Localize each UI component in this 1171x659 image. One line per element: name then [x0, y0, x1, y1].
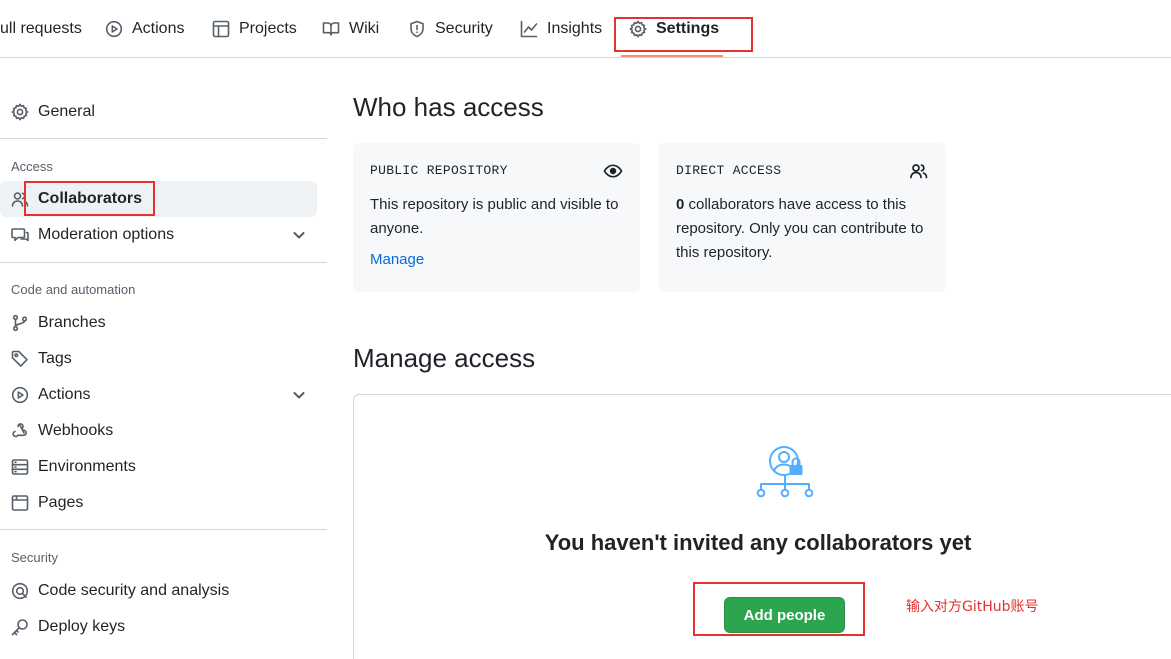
- sidebar-item-label: Tags: [38, 350, 72, 367]
- tab-label: Projects: [239, 20, 297, 37]
- tab-label: Security: [435, 20, 493, 37]
- gear-icon: [629, 20, 647, 38]
- play-icon: [11, 386, 29, 404]
- who-has-access-title: Who has access: [353, 92, 544, 122]
- sidebar-heading-security: Security: [11, 550, 58, 565]
- tab-settings[interactable]: Settings: [629, 0, 719, 58]
- sidebar-item-deploy-keys[interactable]: Deploy keys: [0, 609, 317, 645]
- card-description: 0 collaborators have access to this repo…: [676, 193, 934, 265]
- no-collaborators-message: You haven't invited any collaborators ye…: [544, 530, 972, 555]
- sidebar-item-webhooks[interactable]: Webhooks: [0, 413, 317, 449]
- sidebar-item-label: General: [38, 103, 95, 120]
- webhook-icon: [12, 423, 27, 438]
- sidebar-item-label: Environments: [38, 458, 136, 475]
- person-lock-icon: [756, 446, 814, 498]
- tag-icon: [11, 350, 28, 367]
- card-description: This repository is public and visible to…: [370, 196, 619, 237]
- sidebar-item-code-security[interactable]: Code security and analysis: [0, 573, 317, 609]
- server-icon: [11, 459, 29, 475]
- branch-icon: [12, 314, 28, 332]
- tab-label: Actions: [132, 20, 185, 37]
- sidebar-item-label: Webhooks: [38, 422, 114, 439]
- people-icon: [11, 192, 29, 207]
- sidebar-divider: [0, 138, 327, 139]
- collaborator-count-text: collaborators have access to this reposi…: [676, 196, 924, 261]
- sidebar-divider: [0, 529, 327, 530]
- tab-label: Wiki: [349, 20, 380, 37]
- sidebar-item-moderation-options[interactable]: Moderation options: [0, 217, 317, 253]
- direct-access-card: DIRECT ACCESS 0 collaborators have acces…: [658, 143, 946, 292]
- tab-label: Insights: [547, 20, 603, 37]
- sidebar-item-collaborators[interactable]: Collaborators: [0, 181, 317, 217]
- sidebar-divider: [0, 262, 327, 263]
- sidebar-item-branches[interactable]: Branches: [0, 305, 317, 341]
- people-icon: [910, 164, 928, 179]
- browser-icon: [11, 495, 29, 511]
- table-icon: [212, 20, 230, 38]
- card-label: PUBLIC REPOSITORY: [370, 163, 508, 178]
- codescan-icon: [11, 582, 29, 600]
- sidebar-item-label: Code security and analysis: [38, 582, 230, 599]
- sidebar-item-label: Deploy keys: [38, 618, 126, 635]
- annotation-note: 输入对方GitHub账号: [906, 599, 1039, 615]
- tab-wiki[interactable]: Wiki: [322, 0, 379, 58]
- selected-tab-underline: [621, 55, 723, 57]
- card-label: DIRECT ACCESS: [676, 163, 782, 178]
- manage-visibility-link[interactable]: Manage: [370, 251, 424, 268]
- shield-icon: [410, 20, 424, 38]
- key-icon: [11, 619, 28, 636]
- repo-nav: ull requests Actions Projects Wiki Secur…: [0, 0, 1171, 58]
- sidebar-item-pages[interactable]: Pages: [0, 485, 317, 521]
- sidebar-item-label: Pages: [38, 494, 84, 511]
- gear-icon: [11, 103, 29, 121]
- tab-pull-requests[interactable]: ull requests: [0, 0, 82, 58]
- sidebar-item-label: Actions: [38, 386, 91, 403]
- graph-icon: [520, 20, 538, 38]
- comment-icon: [11, 228, 29, 242]
- book-icon: [322, 22, 340, 36]
- sidebar-item-actions[interactable]: Actions: [0, 377, 317, 413]
- tab-actions[interactable]: Actions: [105, 0, 184, 58]
- sidebar-heading-access: Access: [11, 159, 53, 174]
- add-people-button[interactable]: Add people: [724, 597, 845, 633]
- sidebar-item-label: Branches: [38, 314, 106, 331]
- sidebar-item-label: Collaborators: [38, 190, 143, 207]
- sidebar-item-label: Moderation options: [38, 226, 175, 243]
- public-repository-card: PUBLIC REPOSITORY This repository is pub…: [353, 143, 640, 292]
- eye-icon: [603, 164, 623, 178]
- manage-access-title: Manage access: [353, 343, 536, 373]
- sidebar-heading-code-and-automation: Code and automation: [11, 282, 136, 297]
- sidebar-item-environments[interactable]: Environments: [0, 449, 317, 485]
- play-icon: [105, 20, 123, 38]
- sidebar-item-tags[interactable]: Tags: [0, 341, 317, 377]
- tab-label: Settings: [656, 20, 720, 37]
- chevron-down-icon: [293, 232, 305, 239]
- chevron-down-icon: [293, 392, 305, 399]
- tab-label: ull requests: [0, 20, 82, 37]
- tab-projects[interactable]: Projects: [212, 0, 297, 58]
- tab-security[interactable]: Security: [408, 0, 493, 58]
- sidebar-item-general[interactable]: General: [0, 94, 317, 130]
- tab-insights[interactable]: Insights: [520, 0, 602, 58]
